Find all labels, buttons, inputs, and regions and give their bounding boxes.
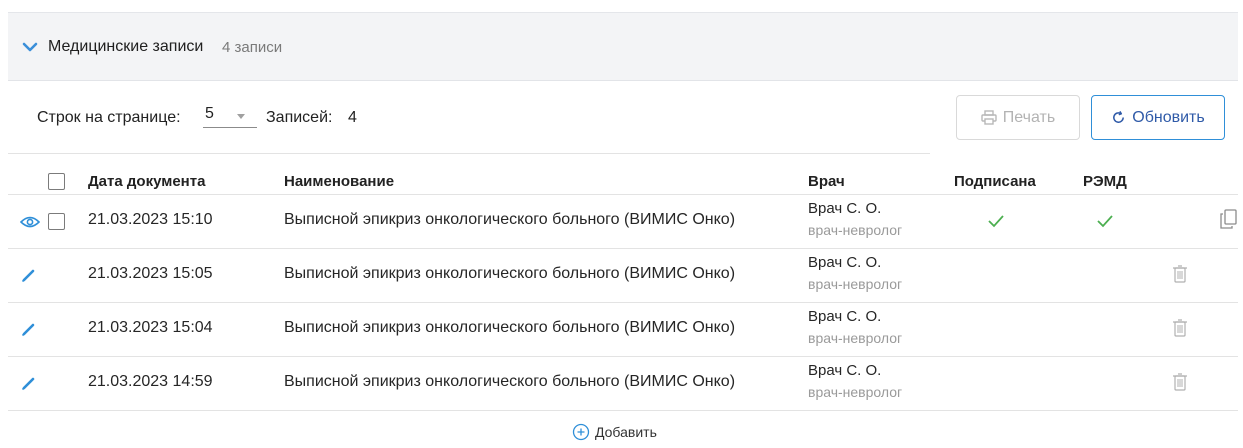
plus-circle-icon: [572, 423, 590, 441]
cell-document-date: 21.03.2023 15:10: [88, 211, 213, 228]
cell-document-date: 21.03.2023 15:05: [88, 265, 213, 282]
column-header-signed[interactable]: Подписана: [954, 173, 1036, 190]
pencil-icon[interactable]: [21, 375, 37, 391]
column-header-name[interactable]: Наименование: [284, 173, 394, 190]
refresh-icon: [1113, 111, 1125, 123]
cell-document-name: Выписной эпикриз онкологического больног…: [284, 319, 736, 336]
cell-doctor-specialty: врач-невролог: [808, 222, 903, 238]
trash-icon[interactable]: [1172, 373, 1188, 391]
printer-icon: [981, 110, 997, 125]
total-records-value: 4: [348, 109, 357, 126]
total-records-label: Записей:: [266, 109, 333, 126]
cell-document-name: Выписной эпикриз онкологического больног…: [284, 373, 736, 390]
refresh-button[interactable]: Обновить: [1091, 95, 1225, 140]
cell-document-date: 21.03.2023 14:59: [88, 373, 213, 390]
cell-document-name: Выписной эпикриз онкологического больног…: [284, 265, 736, 282]
row-checkbox[interactable]: [48, 213, 65, 230]
cell-doctor-specialty: врач-невролог: [808, 384, 903, 400]
cell-doctor-name: Врач С. О.: [808, 362, 882, 379]
section-title: Медицинские записи: [48, 38, 204, 55]
trash-icon[interactable]: [1172, 265, 1188, 283]
add-record-label: Добавить: [595, 424, 657, 440]
pencil-icon[interactable]: [21, 321, 37, 337]
cell-document-name: Выписной эпикриз онкологического больног…: [284, 211, 736, 228]
print-button[interactable]: Печать: [956, 95, 1080, 140]
column-header-doctor[interactable]: Врач: [808, 173, 845, 190]
pencil-icon[interactable]: [21, 267, 37, 283]
cell-doctor-name: Врач С. О.: [808, 308, 882, 325]
row-divider: [8, 410, 1238, 411]
add-record-button[interactable]: Добавить: [572, 423, 657, 441]
eye-icon[interactable]: [20, 215, 40, 229]
column-header-remd[interactable]: РЭМД: [1083, 173, 1127, 190]
signed-check-icon: [988, 215, 1004, 228]
table-row[interactable]: 21.03.2023 14:59 Выписной эпикриз онколо…: [8, 356, 1238, 410]
column-header-date[interactable]: Дата документа: [88, 173, 205, 190]
rows-per-page-value[interactable]: 5: [205, 105, 214, 123]
cell-document-date: 21.03.2023 15:04: [88, 319, 213, 336]
remd-check-icon: [1097, 215, 1113, 228]
rows-per-page-label: Строк на странице:: [37, 109, 181, 126]
table-row[interactable]: 21.03.2023 15:05 Выписной эпикриз онколо…: [8, 248, 1238, 302]
dropdown-caret-icon[interactable]: [237, 114, 245, 119]
print-button-label: Печать: [1002, 108, 1056, 126]
toolbar-divider: [8, 153, 930, 154]
section-record-count: 4 записи: [222, 39, 283, 56]
select-all-checkbox[interactable]: [48, 173, 65, 190]
table-row[interactable]: 21.03.2023 15:10 Выписной эпикриз онколо…: [8, 194, 1238, 248]
cell-doctor-name: Врач С. О.: [808, 200, 882, 217]
refresh-button-label: Обновить: [1132, 108, 1205, 126]
cell-doctor-name: Врач С. О.: [808, 254, 882, 271]
chevron-down-icon[interactable]: [22, 40, 38, 54]
section-header-medical-records[interactable]: Медицинские записи 4 записи: [8, 13, 1238, 81]
cell-doctor-specialty: врач-невролог: [808, 330, 903, 346]
table-row[interactable]: 21.03.2023 15:04 Выписной эпикриз онколо…: [8, 302, 1238, 356]
trash-icon[interactable]: [1172, 319, 1188, 337]
select-underline: [203, 127, 257, 128]
cell-doctor-specialty: врач-невролог: [808, 276, 903, 292]
copy-icon[interactable]: [1220, 209, 1238, 229]
